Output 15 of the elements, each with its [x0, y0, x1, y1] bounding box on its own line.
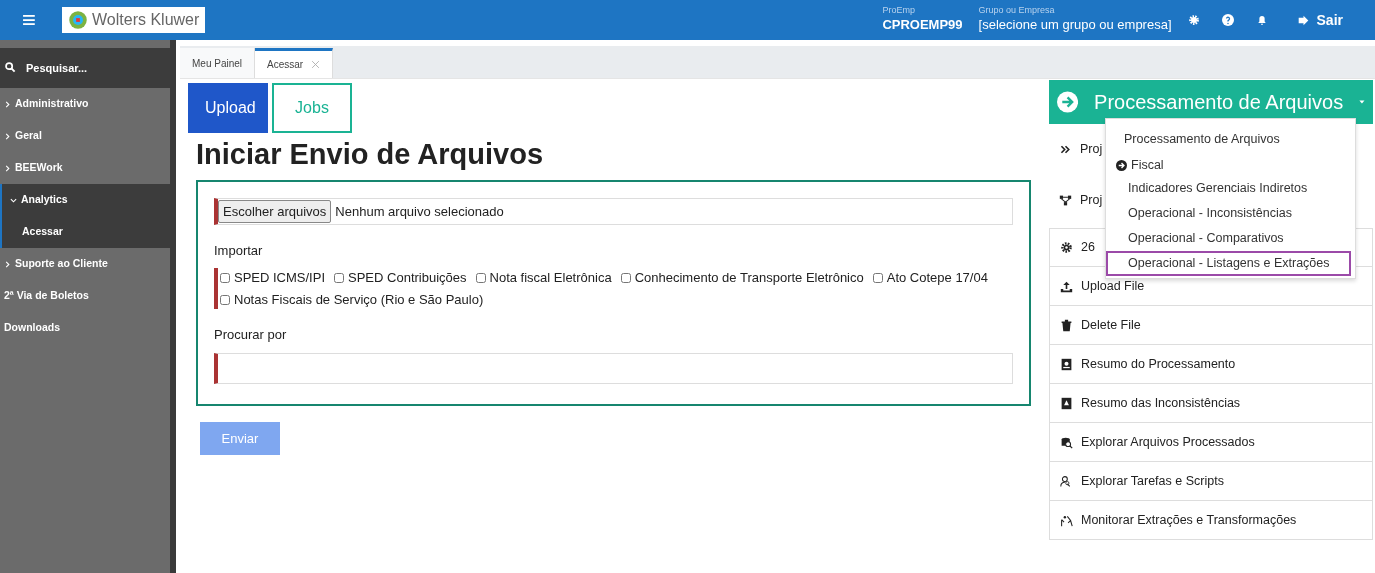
- menu-section: Fiscal: [1106, 154, 1351, 176]
- field-label: Procurar por: [214, 326, 288, 345]
- field-label: Importar: [214, 241, 264, 260]
- checkbox-label: SPED ICMS/IPI: [234, 269, 326, 288]
- logo-text: Wolters Kluwer: [92, 10, 200, 30]
- checkbox-label: SPED Contribuições: [348, 269, 467, 288]
- page-title: Iniciar Envio de Arquivos: [196, 137, 544, 172]
- checkbox-label: Notas Fiscais de Serviço (Rio e São Paulo): [234, 290, 484, 309]
- checkbox-label: Nota fiscal Eletrônica: [489, 269, 612, 288]
- checkbox-label: Conhecimento de Transporte Eletrônico: [634, 269, 864, 288]
- checkbox-label: Ato Cotepe 17/04: [886, 269, 988, 288]
- company-code: CPROEMP99: [882, 15, 963, 34]
- menu-header: Processamento de Arquivos: [1123, 131, 1281, 149]
- field-label: ProEmp: [882, 5, 916, 15]
- field-label: Grupo ou Empresa: [978, 5, 1056, 15]
